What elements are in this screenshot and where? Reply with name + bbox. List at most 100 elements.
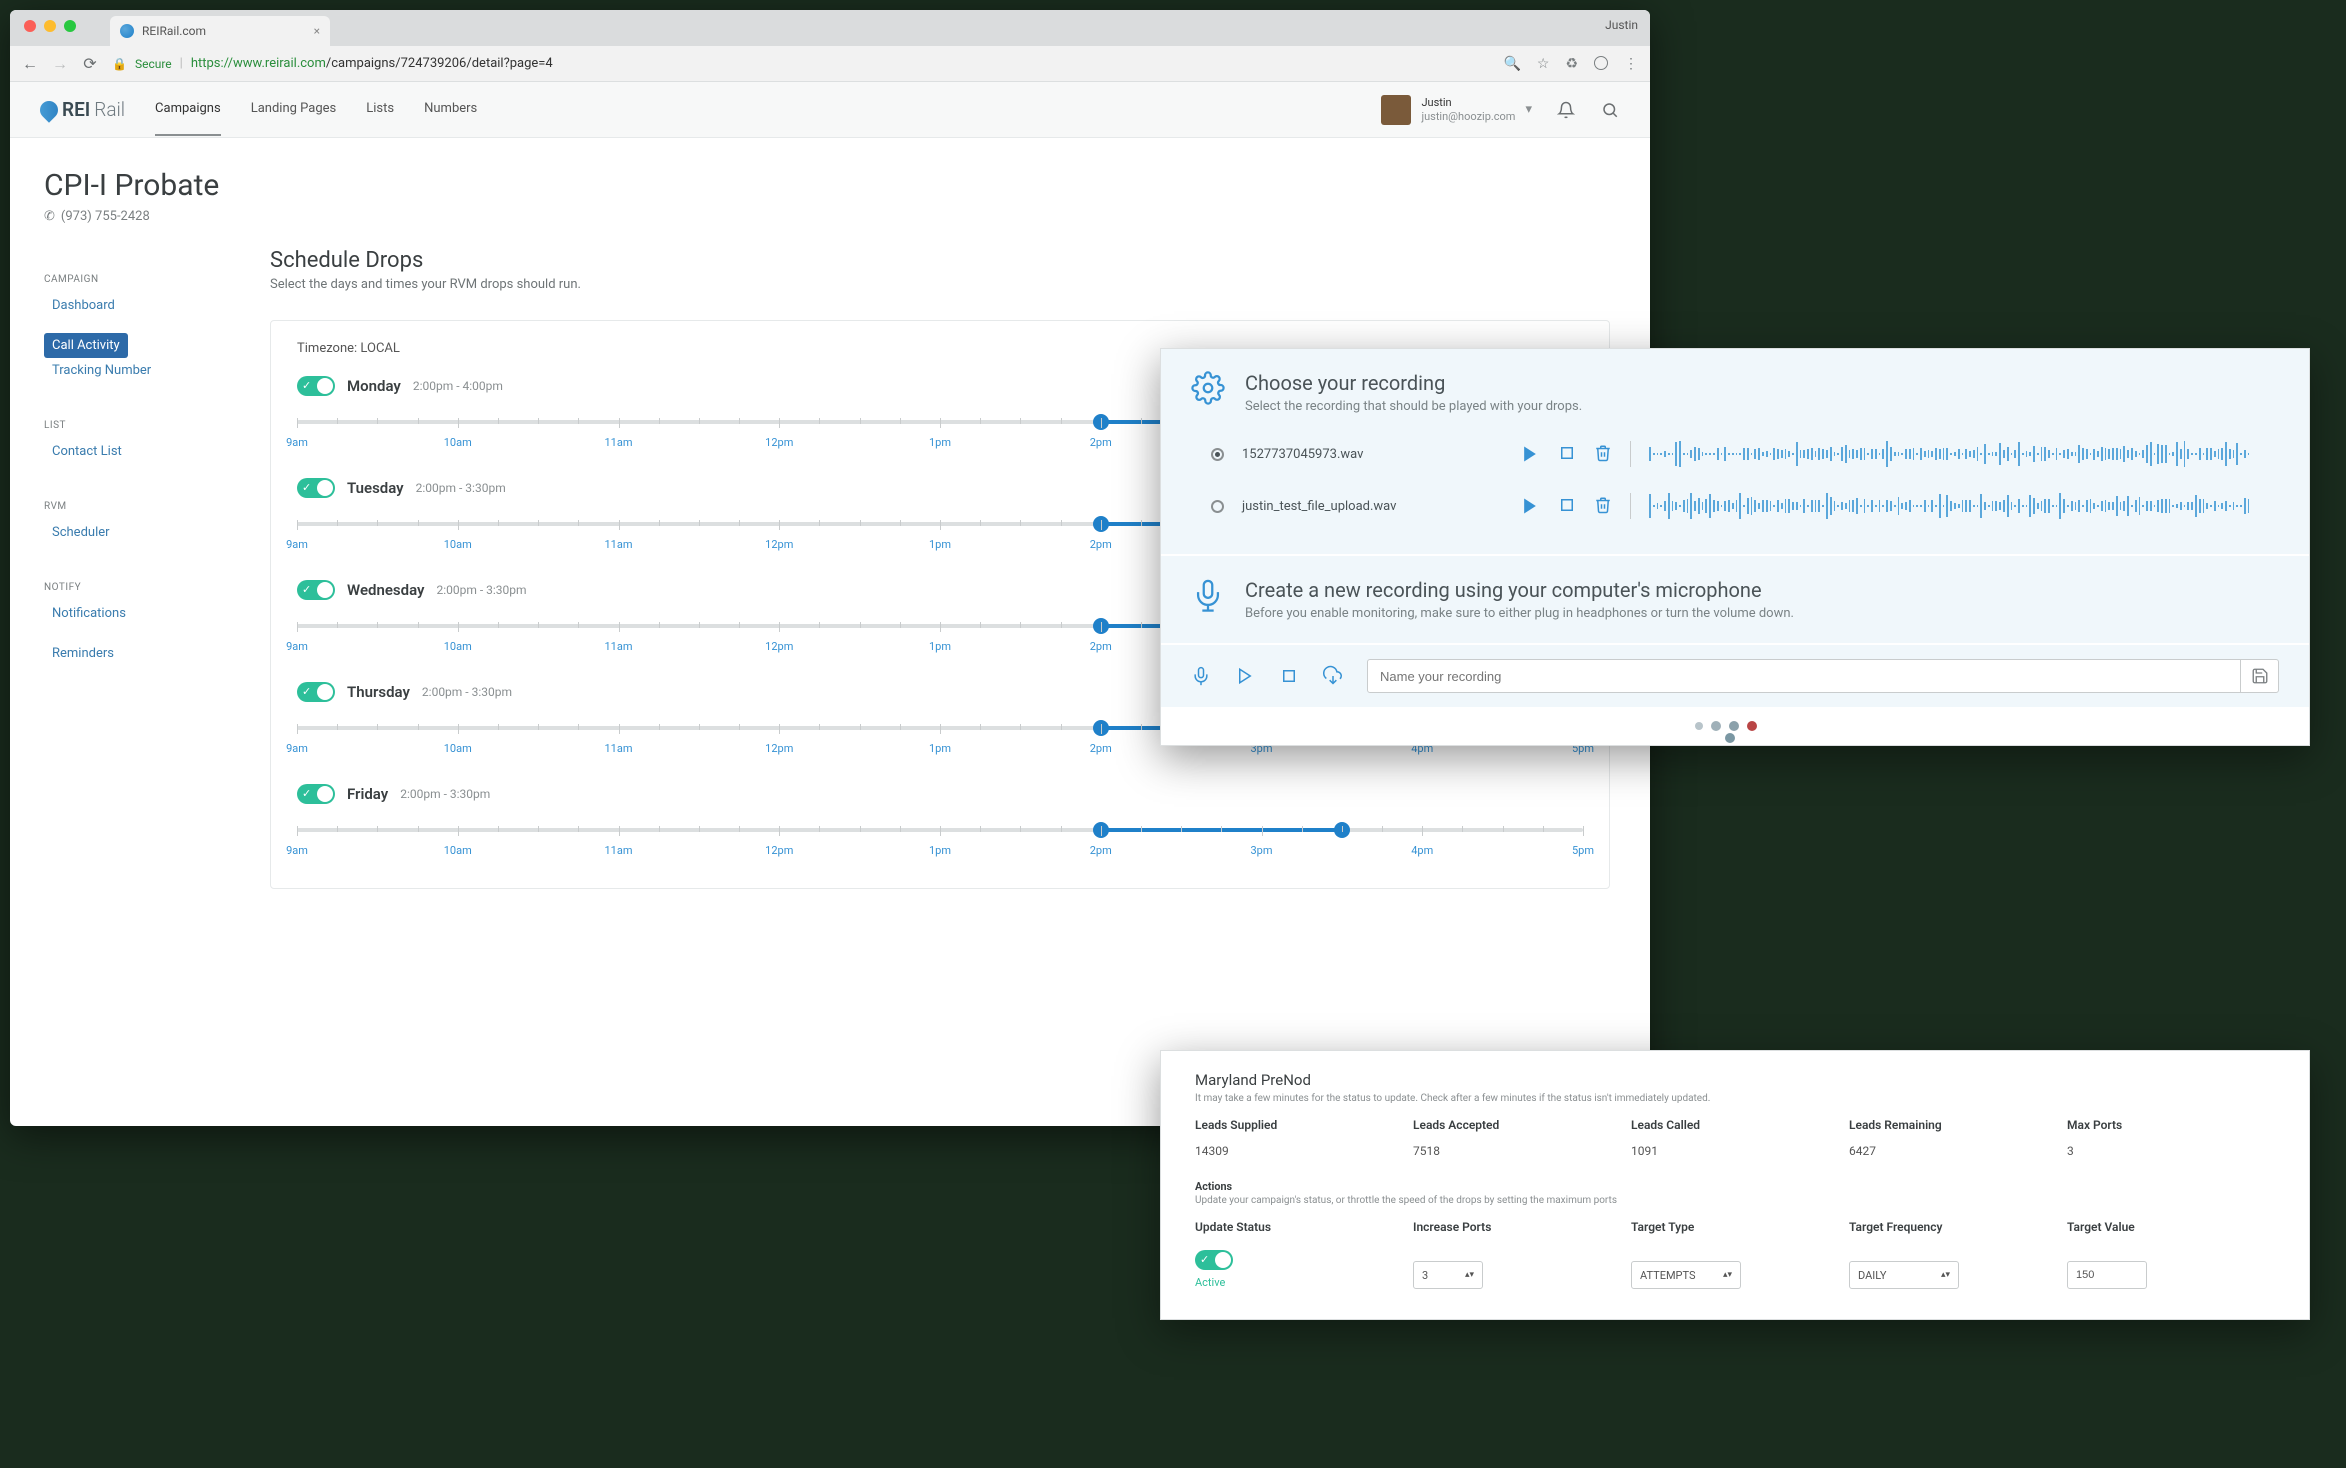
target-frequency-select[interactable]: DAILY▴▾ — [1849, 1261, 1959, 1289]
recording-radio[interactable] — [1211, 448, 1224, 461]
axis-label: 11am — [605, 436, 633, 449]
axis-label: 1pm — [929, 640, 951, 653]
favicon-icon — [120, 24, 134, 38]
ports-stepper[interactable]: 3▴▾ — [1413, 1261, 1483, 1289]
minimize-window-icon[interactable] — [44, 20, 56, 32]
address-bar[interactable]: 🔒 Secure | https://www.reirail.com/campa… — [112, 52, 1489, 76]
day-toggle[interactable]: ✓ — [297, 784, 335, 804]
bell-icon[interactable] — [1556, 100, 1576, 120]
target-type-select[interactable]: ATTEMPTS▴▾ — [1631, 1261, 1741, 1289]
sidebar-item[interactable]: Dashboard — [44, 293, 252, 318]
menu-icon[interactable]: ⋮ — [1624, 56, 1638, 72]
stat-col-header: Leads Supplied — [1195, 1118, 1403, 1132]
axis-label: 2pm — [1090, 640, 1112, 653]
nav-lists[interactable]: Lists — [366, 83, 394, 136]
sidebar-group-title: CAMPAIGN — [44, 274, 252, 285]
back-icon[interactable]: ← — [22, 54, 38, 74]
stat-value: 3 — [2067, 1144, 2275, 1158]
axis-label: 12pm — [765, 844, 793, 857]
search-in-page-icon[interactable]: 🔍 — [1503, 56, 1520, 72]
dot[interactable] — [1695, 722, 1703, 730]
browser-tab[interactable]: REIRail.com × — [110, 16, 330, 46]
day-name: Monday — [347, 377, 401, 395]
secure-label: Secure — [135, 57, 172, 71]
recording-panel: Choose your recording Select the recordi… — [1160, 348, 2310, 746]
chevron-down-icon: ▾ — [1525, 102, 1532, 117]
maximize-window-icon[interactable] — [64, 20, 76, 32]
dot[interactable] — [1711, 721, 1721, 731]
search-icon[interactable] — [1600, 100, 1620, 120]
dot[interactable] — [1747, 721, 1757, 731]
day-range: 2:00pm - 3:30pm — [400, 787, 490, 801]
dot[interactable] — [1725, 733, 1735, 743]
nav-campaigns[interactable]: Campaigns — [155, 83, 221, 136]
browser-toolbar: ← → ⟳ 🔒 Secure | https://www.reirail.com… — [10, 46, 1650, 82]
axis-label: 4pm — [1411, 844, 1433, 857]
url-text: https://www.reirail.com/campaigns/724739… — [191, 56, 553, 71]
stop-icon[interactable] — [1558, 444, 1576, 464]
forward-icon[interactable]: → — [52, 54, 68, 74]
dot[interactable] — [1729, 721, 1739, 731]
sidebar-item[interactable]: Tracking Number — [44, 358, 252, 383]
stat-value: 6427 — [1849, 1144, 2057, 1158]
action-col-header: Increase Ports — [1413, 1220, 1621, 1244]
sidebar-item[interactable]: Call Activity — [44, 333, 128, 358]
day-toggle[interactable]: ✓ — [297, 682, 335, 702]
axis-label: 12pm — [765, 436, 793, 449]
axis-label: 9am — [286, 742, 308, 755]
play-icon[interactable] — [1235, 666, 1255, 686]
record-icon[interactable] — [1191, 666, 1211, 686]
reload-icon[interactable]: ⟳ — [82, 54, 98, 73]
waveform — [1649, 492, 2249, 520]
carousel-dots — [1161, 707, 2309, 745]
actions-hint: Update your campaign's status, or thrott… — [1195, 1195, 2275, 1206]
account-icon[interactable] — [1594, 56, 1608, 70]
day-toggle[interactable]: ✓ — [297, 580, 335, 600]
download-icon[interactable] — [1323, 666, 1343, 686]
stop-icon[interactable] — [1558, 496, 1576, 516]
trash-icon[interactable] — [1594, 444, 1612, 464]
day-toggle[interactable]: ✓ — [297, 376, 335, 396]
target-value-input[interactable] — [2067, 1261, 2147, 1289]
action-col-header: Update Status — [1195, 1220, 1403, 1244]
day-toggle[interactable]: ✓ — [297, 478, 335, 498]
save-icon[interactable] — [2240, 660, 2278, 692]
axis-label: 10am — [444, 538, 472, 551]
day-range: 2:00pm - 3:30pm — [416, 481, 506, 495]
tab-close-icon[interactable]: × — [314, 24, 320, 38]
recording-filename: 1527737045973.wav — [1242, 447, 1502, 462]
browser-tabstrip: REIRail.com × Justin — [10, 10, 1650, 46]
day-name: Thursday — [347, 683, 410, 701]
browser-profile[interactable]: Justin — [1605, 18, 1638, 32]
axis-label: 9am — [286, 844, 308, 857]
star-icon[interactable]: ☆ — [1537, 56, 1550, 72]
tab-title: REIRail.com — [142, 24, 206, 38]
axis-label: 12pm — [765, 538, 793, 551]
stat-col-header: Leads Accepted — [1413, 1118, 1621, 1132]
stop-icon[interactable] — [1279, 666, 1299, 686]
trash-icon[interactable] — [1594, 496, 1612, 516]
status-toggle[interactable]: ✓ — [1195, 1250, 1233, 1270]
recording-radio[interactable] — [1211, 500, 1224, 513]
sidebar-item[interactable]: Notifications — [44, 601, 252, 626]
day-name: Wednesday — [347, 581, 424, 599]
sidebar-item[interactable]: Contact List — [44, 439, 252, 464]
play-icon[interactable] — [1520, 444, 1540, 464]
play-icon[interactable] — [1520, 496, 1540, 516]
sidebar-item[interactable]: Reminders — [44, 641, 252, 666]
page-title: CPI-I Probate — [44, 168, 1650, 203]
user-menu[interactable]: Justin justin@hoozip.com ▾ — [1381, 95, 1532, 125]
action-col-header: Target Value — [2067, 1220, 2275, 1244]
status-label: Active — [1195, 1276, 1403, 1289]
extension-icon[interactable]: ♻ — [1565, 56, 1578, 72]
sidebar-item[interactable]: Scheduler — [44, 520, 252, 545]
stat-col-header: Max Ports — [2067, 1118, 2275, 1132]
choose-recording-subtitle: Select the recording that should be play… — [1245, 399, 1582, 414]
choose-recording-title: Choose your recording — [1245, 371, 1582, 395]
axis-label: 1pm — [929, 538, 951, 551]
close-window-icon[interactable] — [24, 20, 36, 32]
nav-landing-pages[interactable]: Landing Pages — [251, 83, 337, 136]
recording-name-input[interactable] — [1368, 660, 2240, 692]
nav-numbers[interactable]: Numbers — [424, 83, 477, 136]
logo[interactable]: REIRail — [40, 98, 125, 121]
